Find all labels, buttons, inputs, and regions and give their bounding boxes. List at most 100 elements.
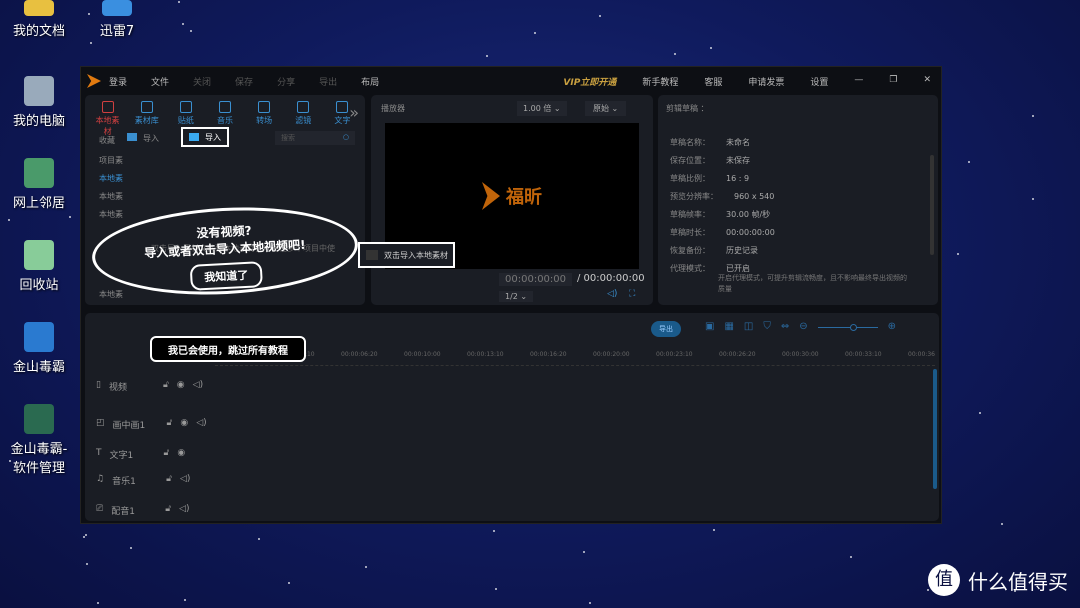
eye-icon[interactable]: ◉	[180, 418, 188, 431]
expand-icon[interactable]: ⇔	[781, 321, 789, 332]
desktop-icon-network[interactable]: 网上邻居	[6, 158, 72, 211]
player-title: 播放器	[381, 104, 405, 113]
watermark-logo-icon: 值	[928, 564, 960, 596]
fullscreen-icon[interactable]: ⛶	[629, 289, 635, 299]
track-header[interactable]: ⎚ 配音1 🔓︎ ◁)	[96, 504, 189, 517]
eye-icon[interactable]: ◉	[177, 380, 185, 393]
draft-row: 恢复备份： 历史记录	[670, 245, 758, 256]
lock-icon[interactable]: 🔓︎	[166, 474, 172, 487]
desktop-icon-duba-manager[interactable]: 金山毒霸-软件管理	[6, 404, 72, 476]
track-header[interactable]: ♫ 音乐1 🔓︎ ◁)	[96, 474, 190, 487]
tab-transitions[interactable]: 转场	[252, 101, 277, 137]
import-local-tip[interactable]: 双击导入本地素材	[358, 242, 455, 268]
support-link[interactable]: 客服	[704, 75, 722, 88]
export-button[interactable]: 导出	[651, 321, 681, 337]
draft-label: 预览分辨率：	[670, 192, 718, 201]
lock-icon[interactable]: 🔓︎	[167, 418, 173, 431]
grid-icon[interactable]: ▦	[724, 321, 733, 332]
menu-share[interactable]: 分享	[277, 75, 295, 88]
audio-icon[interactable]: ◁)	[180, 474, 190, 487]
app-logo-icon	[87, 74, 101, 88]
tab-local-media[interactable]: 本地素材	[95, 101, 120, 137]
track-label: 文字1	[109, 451, 134, 461]
zoom-in-icon[interactable]: ⊕	[888, 321, 896, 332]
star	[583, 550, 586, 553]
sidebar-item-local[interactable]: 本地素	[99, 173, 123, 184]
track-header[interactable]: ▯ 视频 🔓︎ ◉ ◁)	[96, 380, 203, 393]
draft-value: 16 : 9	[726, 174, 750, 183]
close-icon[interactable]: ✕	[923, 75, 931, 88]
volume-icon[interactable]: ◁)	[607, 289, 617, 299]
menu-save[interactable]: 保存	[235, 75, 253, 88]
desktop-icon-documents[interactable]: 我的文档	[6, 0, 72, 39]
time-tick: 00:00:26:20	[719, 351, 756, 358]
vip-button[interactable]: VIP立即开通	[563, 75, 616, 88]
current-time[interactable]: 00:00:00:00	[499, 273, 573, 286]
split-icon[interactable]: ◫	[744, 321, 753, 332]
page-select[interactable]: 1/2 ⌄	[499, 291, 534, 302]
lock-icon[interactable]: 🔓︎	[163, 380, 169, 393]
star	[96, 602, 99, 605]
star	[492, 530, 495, 533]
desktop-icon-recycle-bin[interactable]: 回收站	[6, 240, 72, 293]
speed-select[interactable]: 1.00 倍 ⌄	[517, 101, 567, 116]
audio-icon[interactable]: ◁)	[196, 418, 206, 431]
skip-tutorial-button[interactable]: 我已会使用，跳过所有教程	[150, 336, 306, 362]
brand-logo-icon	[482, 182, 500, 210]
time-tick: 00:00:33:10	[845, 351, 882, 358]
menu-close[interactable]: 关闭	[193, 75, 211, 88]
star	[967, 160, 970, 163]
star	[184, 599, 187, 602]
watermark: 值 什么值得买	[928, 564, 1068, 596]
got-it-button[interactable]: 我知道了	[189, 261, 263, 291]
draft-label: 草稿帧率：	[670, 210, 710, 219]
sidebar-item-local-3[interactable]: 本地素	[99, 209, 123, 220]
ratio-select[interactable]: 原始 ⌄	[585, 101, 627, 116]
audio-icon[interactable]: ◁)	[193, 380, 203, 393]
time-ruler	[215, 365, 935, 366]
maximize-icon[interactable]: ❐	[889, 75, 897, 88]
menu-export[interactable]: 导出	[319, 75, 337, 88]
draft-title: 剪辑草稿 ：	[666, 104, 709, 113]
star	[710, 46, 713, 49]
favorites-label[interactable]: 收藏	[99, 135, 115, 146]
more-icon[interactable]: »	[349, 103, 359, 122]
draft-row: 草稿帧率： 30.00 帧/秒	[670, 209, 770, 220]
sidebar-item-local-2[interactable]: 本地素	[99, 191, 123, 202]
fit-icon[interactable]: ▣	[705, 321, 714, 332]
draft-value: 30.00 帧/秒	[726, 210, 771, 219]
tutorial-link[interactable]: 新手教程	[642, 75, 678, 88]
track-header[interactable]: ◰ 画中画1 🔓︎ ◉ ◁)	[96, 418, 207, 431]
desktop-icon-duba[interactable]: 金山毒霸	[6, 322, 72, 375]
draft-value: 00:00:00:00	[726, 228, 775, 237]
login-button[interactable]: 登录	[109, 75, 127, 88]
sidebar-item-project[interactable]: 项目素	[99, 155, 123, 166]
search-input[interactable]: 搜索 ○	[275, 131, 355, 145]
minimize-icon[interactable]: —	[854, 75, 863, 88]
zoom-out-icon[interactable]: ⊖	[799, 321, 807, 332]
lock-icon[interactable]: 🔓︎	[164, 448, 170, 461]
lock-icon[interactable]: 🔓︎	[165, 504, 171, 517]
menu-file[interactable]: 文件	[151, 75, 169, 88]
track-label: 配音1	[111, 507, 135, 517]
tab-library[interactable]: 素材库	[134, 101, 159, 137]
audio-icon[interactable]: ◁)	[179, 504, 189, 517]
import-button[interactable]: 导入	[127, 133, 159, 144]
menu-layout[interactable]: 布局	[361, 75, 379, 88]
star	[1001, 523, 1003, 526]
draft-scrollbar[interactable]	[930, 155, 934, 255]
desktop-icon-computer[interactable]: 我的电脑	[6, 76, 72, 129]
import-highlight-button[interactable]: 导入	[181, 127, 229, 147]
eye-icon[interactable]: ◉	[177, 448, 185, 461]
zoom-slider[interactable]	[817, 324, 878, 331]
desktop-icon-xunlei[interactable]: 迅雷7	[84, 0, 150, 39]
invoice-link[interactable]: 申请发票	[748, 75, 784, 88]
star	[598, 14, 601, 17]
marker-icon[interactable]: ⛉	[763, 321, 771, 332]
timeline-scrollbar[interactable]	[933, 369, 937, 489]
draft-value: 未命名	[726, 138, 750, 147]
track-type-icon: ♫	[96, 474, 105, 484]
settings-link[interactable]: 设置	[810, 75, 828, 88]
proxy-note: 开启代理模式，可提升剪辑流畅度，且不影响最终导出视频的质量	[718, 274, 907, 293]
track-header[interactable]: T 文字1 🔓︎ ◉	[96, 448, 185, 461]
